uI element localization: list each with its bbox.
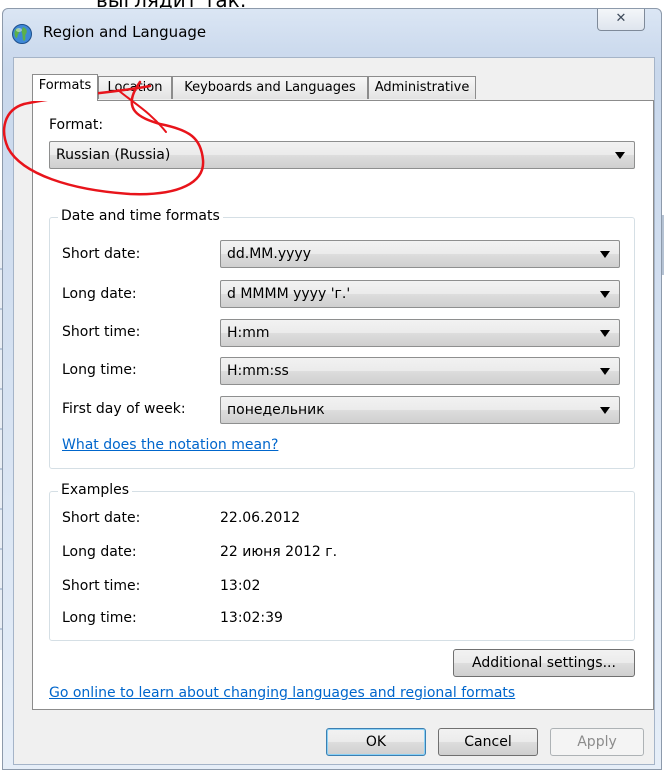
short-date-dropdown[interactable]: dd.MM.yyyy bbox=[220, 240, 620, 268]
first-day-of-week-dropdown[interactable]: понедельник bbox=[220, 396, 620, 424]
tab-label: Administrative bbox=[374, 80, 470, 95]
long-time-dropdown[interactable]: H:mm:ss bbox=[220, 357, 620, 385]
online-help-link[interactable]: Go online to learn about changing langua… bbox=[49, 685, 515, 701]
date-time-formats-legend: Date and time formats bbox=[58, 208, 223, 224]
example-short-date-value: 22.06.2012 bbox=[220, 510, 301, 526]
tab-administrative[interactable]: Administrative bbox=[368, 76, 476, 99]
first-day-of-week-label: First day of week: bbox=[62, 401, 186, 417]
cancel-button[interactable]: Cancel bbox=[438, 728, 538, 756]
chevron-down-icon bbox=[600, 368, 610, 375]
short-time-value: H:mm bbox=[227, 325, 270, 341]
format-value: Russian (Russia) bbox=[56, 147, 171, 163]
tab-label: Location bbox=[107, 80, 163, 95]
short-time-dropdown[interactable]: H:mm bbox=[220, 319, 620, 347]
notation-help-link[interactable]: What does the notation mean? bbox=[62, 437, 278, 453]
ok-button[interactable]: OK bbox=[326, 728, 426, 756]
long-date-dropdown[interactable]: d MMMM yyyy 'г.' bbox=[220, 280, 620, 308]
window-title: Region and Language bbox=[43, 23, 207, 41]
background-window-edge bbox=[662, 215, 664, 275]
apply-button[interactable]: Apply bbox=[550, 728, 644, 756]
short-date-label: Short date: bbox=[62, 246, 141, 262]
date-time-formats-group: Date and time formats Short date: dd.MM.… bbox=[49, 208, 635, 469]
close-button[interactable]: ✕ bbox=[597, 9, 645, 31]
first-day-of-week-value: понедельник bbox=[227, 402, 325, 418]
format-label: Format: bbox=[49, 117, 104, 133]
format-dropdown[interactable]: Russian (Russia) bbox=[49, 141, 635, 169]
long-time-label: Long time: bbox=[62, 362, 137, 378]
formats-tab-panel: Format: Russian (Russia) Date and time f… bbox=[32, 100, 654, 710]
chevron-down-icon bbox=[600, 330, 610, 337]
example-short-time-value: 13:02 bbox=[220, 578, 261, 594]
dialog-client-area: Formats Location Keyboards and Languages… bbox=[13, 57, 655, 765]
chevron-down-icon bbox=[600, 251, 610, 258]
globe-icon bbox=[11, 23, 33, 45]
tab-label: Formats bbox=[38, 78, 92, 93]
examples-legend: Examples bbox=[58, 482, 133, 498]
example-long-date-label: Long date: bbox=[62, 544, 137, 560]
additional-settings-button[interactable]: Additional settings... bbox=[453, 649, 635, 677]
short-time-label: Short time: bbox=[62, 324, 141, 340]
tab-formats[interactable]: Formats bbox=[32, 74, 98, 101]
example-long-date-value: 22 июня 2012 г. bbox=[220, 544, 338, 560]
long-date-value: d MMMM yyyy 'г.' bbox=[227, 286, 351, 302]
close-icon: ✕ bbox=[615, 11, 627, 26]
example-long-time-value: 13:02:39 bbox=[220, 610, 283, 626]
example-long-time-label: Long time: bbox=[62, 610, 137, 626]
tab-label: Keyboards and Languages bbox=[184, 80, 356, 95]
long-time-value: H:mm:ss bbox=[227, 363, 289, 379]
long-date-label: Long date: bbox=[62, 286, 137, 302]
tab-keyboards-and-languages[interactable]: Keyboards and Languages bbox=[172, 76, 368, 99]
chevron-down-icon bbox=[600, 407, 610, 414]
tab-location[interactable]: Location bbox=[98, 76, 172, 99]
short-date-value: dd.MM.yyyy bbox=[227, 246, 311, 262]
chevron-down-icon bbox=[600, 291, 610, 298]
examples-group: Examples Short date: 22.06.2012 Long dat… bbox=[49, 482, 635, 641]
chevron-down-icon bbox=[615, 152, 625, 159]
example-short-date-label: Short date: bbox=[62, 510, 141, 526]
example-short-time-label: Short time: bbox=[62, 578, 141, 594]
region-and-language-dialog: Region and Language ✕ Formats Location K… bbox=[2, 8, 662, 770]
